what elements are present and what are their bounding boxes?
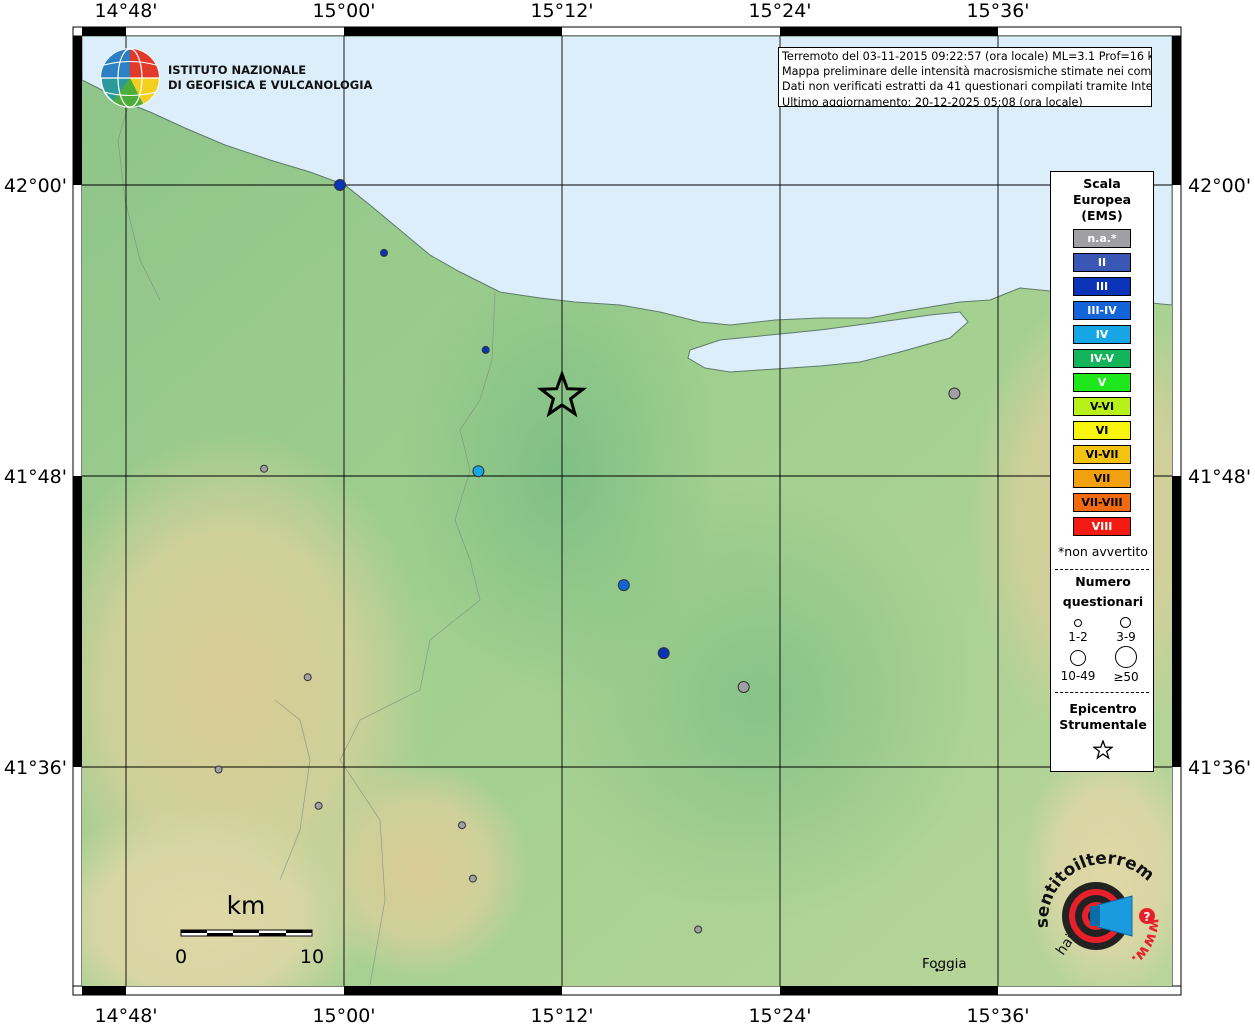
institute-name-line1: ISTITUTO NAZIONALE <box>168 63 306 77</box>
count-heading-line2: questionari <box>1062 594 1144 609</box>
size-label: 1-2 <box>1068 630 1088 644</box>
legend-class-swatch: IV <box>1073 325 1131 344</box>
legend-title-line: Scala <box>1083 176 1121 191</box>
observation-point <box>657 647 670 660</box>
y-tick-label: 42°00' <box>4 175 67 197</box>
x-tick-label: 15°00' <box>312 1005 375 1024</box>
legend-class-swatch: n.a.* <box>1073 229 1131 248</box>
legend-class-swatch: VII <box>1073 469 1131 488</box>
size-symbol-large <box>1070 650 1086 666</box>
epicenter-heading-line1: Epicentro <box>1069 701 1137 716</box>
city-label-foggia: Foggia <box>922 956 967 972</box>
city-dot <box>935 968 939 972</box>
y-tick-label: 41°36' <box>1188 757 1251 779</box>
scale-start-label: 0 <box>175 946 187 968</box>
event-info-line: Mappa preliminare delle intensità macros… <box>782 65 1152 79</box>
svg-text:?: ? <box>1144 910 1151 924</box>
observation-point <box>314 801 323 810</box>
x-tick-label: 15°00' <box>312 0 375 22</box>
legend-divider <box>1055 692 1149 693</box>
tavoliere-plain <box>540 480 980 920</box>
event-info-box: Terremoto del 03-11-2015 09:22:57 (ora l… <box>778 47 1152 107</box>
event-info-line: Dati non verificati estratti da 41 quest… <box>782 80 1152 94</box>
observation-point <box>617 579 630 592</box>
size-label: 3-9 <box>1116 630 1136 644</box>
star-icon <box>1093 740 1113 760</box>
x-tick-label: 15°36' <box>966 0 1029 22</box>
observation-point <box>458 821 466 830</box>
x-tick-labels-bottom: 14°48' 15°00' 15°12' 15°24' 15°36' <box>94 1005 1029 1024</box>
y-tick-labels-left: 42°00' 41°48' 41°36' <box>4 175 67 779</box>
legend-class-swatch: VII-VIII <box>1073 493 1131 512</box>
observation-point <box>214 765 223 774</box>
count-heading-line1: Numero <box>1075 574 1131 589</box>
observation-point <box>260 464 269 473</box>
x-tick-labels-top: 14°48' 15°00' 15°12' 15°24' 15°36' <box>94 0 1029 22</box>
legend-class-swatch: IV-V <box>1073 349 1131 368</box>
scale-end-label: 10 <box>300 946 324 968</box>
y-tick-label: 42°00' <box>1188 175 1251 197</box>
legend-note: *non avvertito <box>1058 544 1148 559</box>
y-tick-label: 41°48' <box>1188 466 1251 488</box>
observation-point <box>380 248 388 257</box>
observation-point <box>334 179 346 191</box>
x-tick-label: 15°24' <box>748 1005 811 1024</box>
institute-name-line2: DI GEOFISICA E VULCANOLOGIA <box>168 78 373 92</box>
legend-divider <box>1055 569 1149 570</box>
x-tick-label: 14°48' <box>94 1005 157 1024</box>
legend-class-swatch: III-IV <box>1073 301 1131 320</box>
size-label: 10-49 <box>1060 669 1096 683</box>
observation-point <box>303 673 312 682</box>
legend-class-swatch: V-VI <box>1073 397 1131 416</box>
legend-class-swatch: VI <box>1073 421 1131 440</box>
y-tick-label: 41°48' <box>4 466 67 488</box>
scale-unit: km <box>227 891 266 920</box>
observation-point <box>472 465 485 478</box>
legend-class-swatch: VIII <box>1073 517 1131 536</box>
observation-point <box>694 925 703 934</box>
y-tick-label: 41°36' <box>4 757 67 779</box>
observation-point <box>948 387 961 400</box>
legend-title-line: (EMS) <box>1081 208 1123 223</box>
observation-point <box>737 681 750 693</box>
size-symbol-medium <box>1120 617 1131 628</box>
event-info-line: Ultimo aggiornamento: 20-12-2025 05:08 (… <box>782 95 1083 107</box>
legend-class-swatch: V <box>1073 373 1131 392</box>
legend-class-swatch: VI-VII <box>1073 445 1131 464</box>
size-symbol-small <box>1074 619 1082 627</box>
size-symbol-xlarge <box>1115 646 1137 668</box>
hills-south-center <box>310 760 530 980</box>
x-tick-label: 15°12' <box>530 1005 593 1024</box>
ems-legend: Scala Europea (EMS) n.a.* II III III-IV IV IV… <box>1050 171 1154 772</box>
question-icon: ? <box>1139 908 1155 924</box>
legend-class-swatch: III <box>1073 277 1131 296</box>
size-label: ≥50 <box>1113 670 1139 684</box>
epicenter-heading-line2: Strumentale <box>1059 717 1147 732</box>
globe-icon <box>100 48 160 108</box>
observation-point <box>481 345 490 354</box>
event-info-line: Terremoto del 03-11-2015 09:22:57 (ora l… <box>782 50 1152 63</box>
observation-point <box>468 874 477 883</box>
legend-class-swatch: II <box>1073 253 1131 272</box>
legend-title: Scala Europea (EMS) <box>1051 176 1153 224</box>
x-tick-label: 15°36' <box>966 1005 1029 1024</box>
x-tick-label: 14°48' <box>94 0 157 22</box>
x-tick-label: 15°12' <box>530 0 593 22</box>
y-tick-labels-right: 42°00' 41°48' 41°36' <box>1188 175 1251 779</box>
legend-title-line: Europea <box>1072 192 1132 207</box>
x-tick-label: 15°24' <box>748 0 811 22</box>
